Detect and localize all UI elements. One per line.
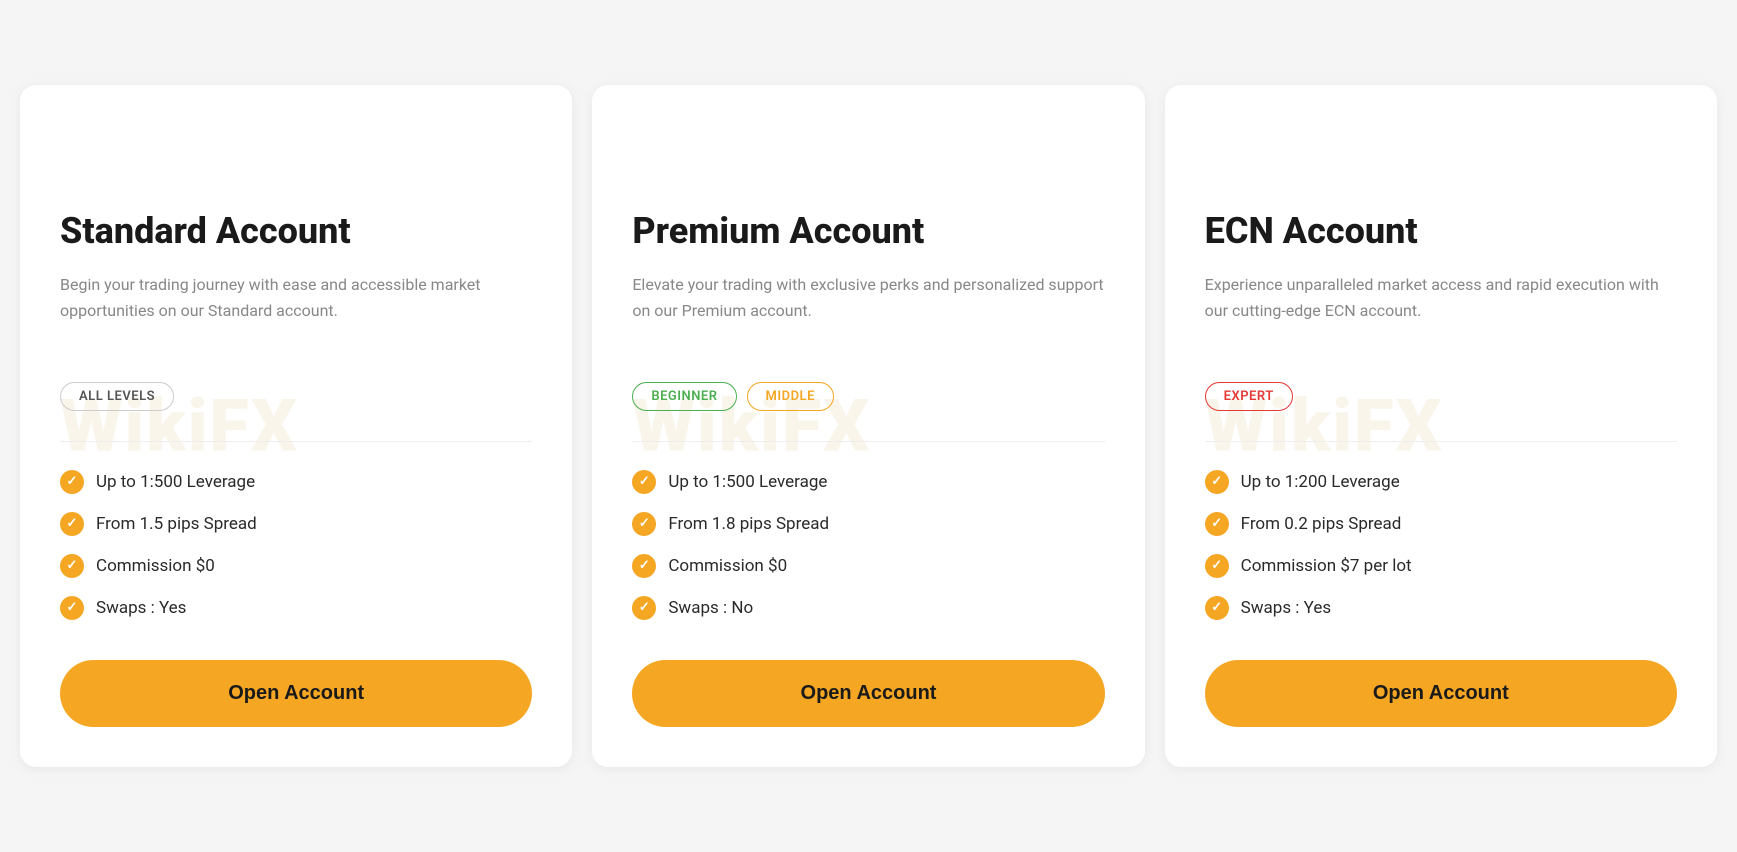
- card-title-ecn: ECN Account: [1205, 210, 1677, 253]
- feature-text-ecn-3: Swaps : Yes: [1241, 598, 1331, 618]
- feature-item-premium-2: Commission $0: [632, 554, 1104, 578]
- feature-text-ecn-1: From 0.2 pips Spread: [1241, 514, 1402, 534]
- divider-premium: [632, 441, 1104, 442]
- feature-text-standard-1: From 1.5 pips Spread: [96, 514, 257, 534]
- check-icon: [1205, 554, 1229, 578]
- card-premium: WikiFXPremium AccountElevate your tradin…: [592, 85, 1144, 766]
- feature-text-ecn-2: Commission $7 per lot: [1241, 556, 1412, 576]
- check-icon: [632, 596, 656, 620]
- divider-standard: [60, 441, 532, 442]
- check-icon: [60, 596, 84, 620]
- feature-item-standard-2: Commission $0: [60, 554, 532, 578]
- check-icon: [1205, 512, 1229, 536]
- badge-all-levels: ALL LEVELS: [60, 382, 174, 411]
- badge-middle: MIDDLE: [747, 382, 834, 411]
- feature-item-ecn-3: Swaps : Yes: [1205, 596, 1677, 620]
- check-icon: [1205, 470, 1229, 494]
- open-account-button-ecn[interactable]: Open Account: [1205, 660, 1677, 727]
- feature-item-ecn-0: Up to 1:200 Leverage: [1205, 470, 1677, 494]
- card-badges-premium: BEGINNER MIDDLE: [632, 382, 1104, 411]
- check-icon: [60, 512, 84, 536]
- divider-ecn: [1205, 441, 1677, 442]
- card-title-standard: Standard Account: [60, 210, 532, 253]
- open-account-button-premium[interactable]: Open Account: [632, 660, 1104, 727]
- feature-item-premium-0: Up to 1:500 Leverage: [632, 470, 1104, 494]
- feature-item-standard-1: From 1.5 pips Spread: [60, 512, 532, 536]
- open-account-button-standard[interactable]: Open Account: [60, 660, 532, 727]
- check-icon: [632, 512, 656, 536]
- check-icon: [60, 554, 84, 578]
- card-features-ecn: Up to 1:200 Leverage From 0.2 pips Spread…: [1205, 470, 1677, 620]
- card-title-premium: Premium Account: [632, 210, 1104, 253]
- card-description-premium: Elevate your trading with exclusive perk…: [632, 272, 1104, 352]
- feature-text-standard-2: Commission $0: [96, 556, 215, 576]
- card-description-standard: Begin your trading journey with ease and…: [60, 272, 532, 352]
- feature-item-standard-0: Up to 1:500 Leverage: [60, 470, 532, 494]
- feature-text-standard-3: Swaps : Yes: [96, 598, 186, 618]
- feature-item-premium-1: From 1.8 pips Spread: [632, 512, 1104, 536]
- feature-item-ecn-1: From 0.2 pips Spread: [1205, 512, 1677, 536]
- feature-item-standard-3: Swaps : Yes: [60, 596, 532, 620]
- cards-container: WikiFXStandard AccountBegin your trading…: [20, 85, 1717, 766]
- card-standard: WikiFXStandard AccountBegin your trading…: [20, 85, 572, 766]
- check-icon: [632, 470, 656, 494]
- check-icon: [1205, 596, 1229, 620]
- card-badges-ecn: EXPERT: [1205, 382, 1677, 411]
- feature-text-premium-2: Commission $0: [668, 556, 787, 576]
- card-ecn: WikiFXECN AccountExperience unparalleled…: [1165, 85, 1717, 766]
- badge-expert: EXPERT: [1205, 382, 1293, 411]
- card-description-ecn: Experience unparalleled market access an…: [1205, 272, 1677, 352]
- check-icon: [632, 554, 656, 578]
- feature-item-ecn-2: Commission $7 per lot: [1205, 554, 1677, 578]
- check-icon: [60, 470, 84, 494]
- card-features-standard: Up to 1:500 Leverage From 1.5 pips Spread…: [60, 470, 532, 620]
- feature-text-premium-0: Up to 1:500 Leverage: [668, 472, 827, 492]
- feature-text-premium-3: Swaps : No: [668, 598, 753, 618]
- card-badges-standard: ALL LEVELS: [60, 382, 532, 411]
- feature-item-premium-3: Swaps : No: [632, 596, 1104, 620]
- feature-text-ecn-0: Up to 1:200 Leverage: [1241, 472, 1400, 492]
- feature-text-premium-1: From 1.8 pips Spread: [668, 514, 829, 534]
- badge-beginner: BEGINNER: [632, 382, 736, 411]
- feature-text-standard-0: Up to 1:500 Leverage: [96, 472, 255, 492]
- card-features-premium: Up to 1:500 Leverage From 1.8 pips Spread…: [632, 470, 1104, 620]
